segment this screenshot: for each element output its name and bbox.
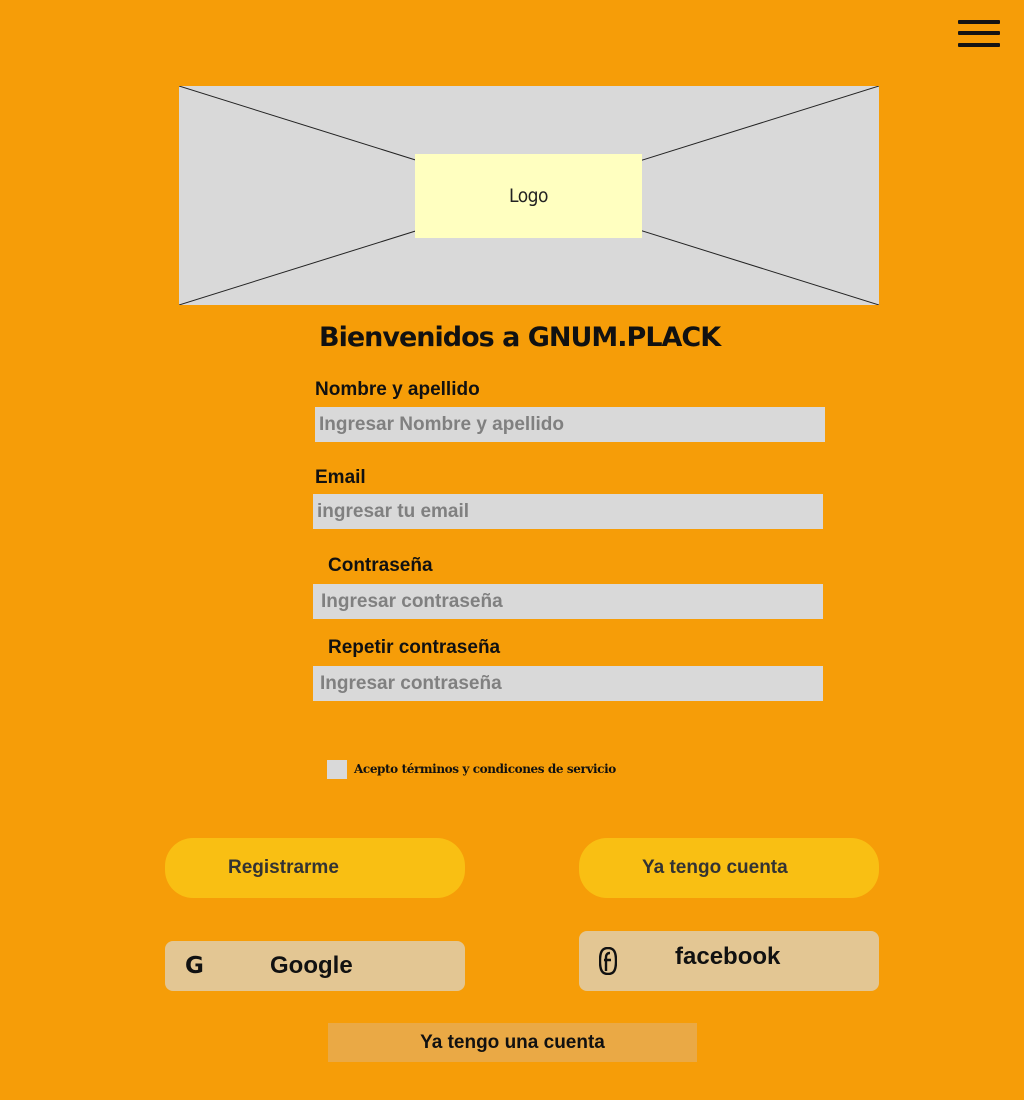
name-label: Nombre y apellido [315,379,480,400]
google-label: Google [270,952,353,979]
menu-bar [958,31,1000,35]
email-label: Email [315,467,366,488]
facebook-icon [599,947,617,975]
repeat-password-label: Repetir contraseña [328,637,501,658]
menu-bar [958,20,1000,24]
terms-checkbox[interactable] [327,760,347,779]
register-button[interactable]: Registrarme [165,838,465,898]
email-input[interactable] [313,494,823,529]
menu-bar [958,43,1000,47]
password-label: Contraseña [328,555,433,576]
facebook-login-button[interactable]: facebook [579,931,879,991]
name-input[interactable] [315,407,825,442]
logo: Logo [415,154,642,238]
hamburger-menu-icon[interactable] [958,18,1002,52]
password-input[interactable] [313,584,823,619]
have-an-account-button[interactable]: Ya tengo una cuenta [328,1023,697,1062]
terms-label: Acepto términos y condicones de servicio [354,762,616,776]
page-title: Bienvenidos a GNUM.PLACK [319,322,721,353]
repeat-password-input[interactable] [313,666,823,701]
google-icon: G [185,953,204,979]
have-account-button[interactable]: Ya tengo cuenta [579,838,879,898]
facebook-label: facebook [675,943,781,970]
google-login-button[interactable]: G Google [165,941,465,991]
